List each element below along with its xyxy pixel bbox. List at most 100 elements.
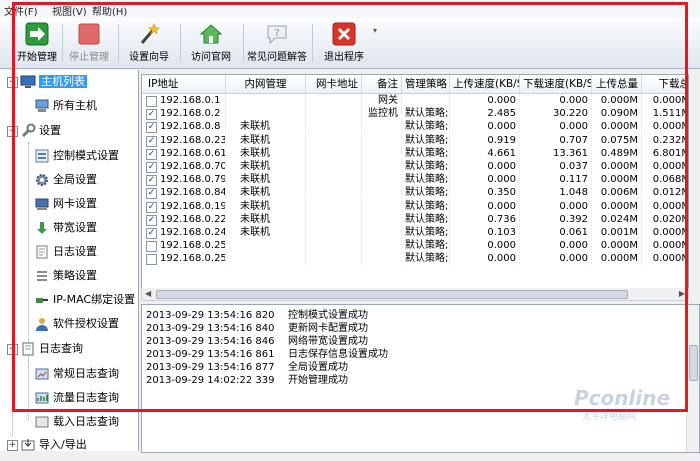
home-icon <box>199 22 223 46</box>
cell-upt: 0.000M <box>592 239 642 253</box>
cell-ip: 192.168.0.70 <box>142 160 226 173</box>
table-row[interactable]: 192.168.0.251 默认策略; 0.000 0.000 0.000M 0.000M <box>142 239 688 253</box>
col-upload-speed[interactable]: 上传速度(KB/S) <box>450 75 520 93</box>
table-row[interactable]: ✓ 192.168.0.190 未联机 默认策略; 0.000 0.000 0.000M 0.… <box>142 199 688 213</box>
log-scroll-thumb[interactable] <box>689 345 698 381</box>
table-row[interactable]: ✓ 192.168.0.79 未联机 默认策略; 0.000 0.117 0.000M 0.0… <box>142 173 688 187</box>
tree-traffic-log[interactable]: 流量日志查询 <box>34 387 119 409</box>
table-row[interactable]: ✓ 192.168.0.249 未联机 默认策略; 0.103 0.061 0.001M 0.… <box>142 226 688 239</box>
col-ip[interactable]: IP地址 <box>142 75 226 93</box>
visit-website-button[interactable]: 访问官网 <box>186 20 236 66</box>
stop-manage-button[interactable]: 停止管理 <box>66 20 112 66</box>
import-expander[interactable]: + <box>7 440 18 451</box>
cell-up: 0.103 <box>450 226 520 239</box>
cell-note <box>362 252 402 266</box>
menu-file[interactable]: 文件(F) <box>4 3 38 18</box>
table-row[interactable]: ✓ 192.168.0.23 未联机 默认策略; 0.919 0.707 0.075M 0.2… <box>142 133 688 147</box>
cell-net <box>226 239 306 253</box>
cell-mac <box>306 173 362 187</box>
log-vertical-scrollbar[interactable] <box>686 305 699 452</box>
tree-ipmac-binding[interactable]: IP-MAC绑定设置 <box>34 289 135 311</box>
table-row[interactable]: ✓ 192.168.0.8 未联机 默认策略; 0.000 0.000 0.000M 0.00… <box>142 120 688 134</box>
table-row[interactable]: ✓ 192.168.0.61 未联机 默认策略; 4.661 13.361 0.489M 6.… <box>142 146 688 160</box>
tree-bandwidth-settings[interactable]: 带宽设置 <box>34 217 97 239</box>
tree-hosts[interactable]: 主机列表 <box>20 71 87 93</box>
cell-downt: 0.000M <box>642 226 688 239</box>
cell-net <box>226 107 306 121</box>
scroll-left-icon[interactable]: ◀ <box>145 289 151 298</box>
faq-button[interactable]: ? 常见问题解答 <box>246 20 308 66</box>
cell-down: 0.392 <box>520 212 592 226</box>
cell-note <box>362 120 402 134</box>
tree-license-settings[interactable]: 软件授权设置 <box>34 313 119 335</box>
cell-downt: 0.232M <box>642 134 688 147</box>
cell-down: 0.000 <box>520 252 592 266</box>
table-row[interactable]: 192.168.0.1 网关 0.000 0.000 0.000M 0.000M <box>142 94 688 107</box>
logquery-expander[interactable]: − <box>7 344 18 355</box>
cell-downt: 0.000M <box>642 94 688 107</box>
cell-upt: 0.000M <box>592 252 642 266</box>
scroll-thumb[interactable] <box>156 290 628 299</box>
table-row[interactable]: ✓ 192.168.0.70 未联机 默认策略; 0.000 0.037 0.000M 0.0… <box>142 160 688 173</box>
exit-program-button[interactable]: 退出程序 <box>318 20 370 66</box>
cell-policy: 默认策略; <box>402 146 450 160</box>
tree-normal-log[interactable]: 常规日志查询 <box>34 363 119 385</box>
col-download-total[interactable]: 下载总 <box>642 75 689 93</box>
log-entry: 2013-09-29 13:54:16 877 全局设置成功 <box>146 361 348 374</box>
host-list-icon <box>20 74 36 90</box>
cell-downt: 0.000M <box>642 200 688 213</box>
cell-up: 0.000 <box>450 199 520 213</box>
cell-mac <box>306 146 362 160</box>
menu-help[interactable]: 帮助(H) <box>92 3 127 18</box>
tree-policy-settings[interactable]: 策略设置 <box>34 265 97 287</box>
col-upload-total[interactable]: 上传总量 <box>592 75 642 93</box>
cell-net: 未联机 <box>226 199 306 213</box>
col-intranet[interactable]: 内网管理 <box>226 75 306 93</box>
cell-ip: 192.168.0.249 <box>142 226 226 239</box>
table-horizontal-scrollbar[interactable]: ◀ ▶ <box>141 288 689 301</box>
hosts-expander[interactable]: − <box>7 77 18 88</box>
start-arrow-icon <box>25 22 49 46</box>
table-row[interactable]: ✓ 192.168.0.2 监控机 默认策略; 2.485 30.220 0.090M 1.5… <box>142 107 688 121</box>
cell-mac <box>306 94 362 107</box>
cell-net: 未联机 <box>226 146 306 160</box>
settings-expander[interactable]: − <box>7 126 18 137</box>
tree-settings[interactable]: 设置 <box>20 120 61 142</box>
menu-view[interactable]: 视图(V) <box>52 3 87 18</box>
col-download-speed[interactable]: 下载速度(KB/S) <box>520 75 592 93</box>
cell-down: 0.000 <box>520 239 592 253</box>
cell-up: 2.485 <box>450 107 520 121</box>
cell-net <box>226 252 306 266</box>
host-table: IP地址 内网管理 网卡地址 备注 管理策略 上传速度(KB/S) 下载速度(K… <box>141 74 689 290</box>
tree-import-export[interactable]: 导入/导出 <box>20 434 87 456</box>
col-mac[interactable]: 网卡地址 <box>306 75 362 93</box>
scroll-right-icon[interactable]: ▶ <box>679 289 685 298</box>
tree-nic-settings[interactable]: 网卡设置 <box>34 193 97 215</box>
col-note[interactable]: 备注 <box>362 75 402 93</box>
log-entry: 2013-09-29 13:54:16 820 控制模式设置成功 <box>146 309 368 322</box>
col-policy[interactable]: 管理策略 <box>402 75 450 93</box>
tree-log-settings[interactable]: 日志设置 <box>34 241 97 263</box>
cell-net: 未联机 <box>226 212 306 226</box>
cell-net: 未联机 <box>226 186 306 200</box>
cell-upt: 0.489M <box>592 146 642 160</box>
table-row[interactable]: ✓ 192.168.0.84 未联机 默认策略; 0.350 1.048 0.006M 0.0… <box>142 186 688 200</box>
tree-log-query[interactable]: 日志查询 <box>20 338 83 360</box>
table-row[interactable]: ✓ 192.168.0.222 未联机 默认策略; 0.736 0.392 0.024M 0.… <box>142 212 688 226</box>
tree-global-settings[interactable]: 全局设置 <box>34 169 97 191</box>
cell-mac <box>306 226 362 239</box>
setup-wizard-button[interactable]: 设置向导 <box>124 20 174 66</box>
cell-mac <box>306 186 362 200</box>
cell-mac <box>306 199 362 213</box>
table-header: IP地址 内网管理 网卡地址 备注 管理策略 上传速度(KB/S) 下载速度(K… <box>142 75 688 94</box>
toolbar-overflow-icon[interactable]: ▾ <box>373 26 377 35</box>
tree-access-log[interactable]: 载入日志查询 <box>34 411 119 433</box>
cell-down: 13.361 <box>520 146 592 160</box>
start-manage-button[interactable]: 开始管理 <box>14 20 60 66</box>
tree-all-hosts[interactable]: 所有主机 <box>34 95 97 117</box>
magic-wand-icon <box>137 22 161 46</box>
tree-control-mode[interactable]: 控制模式设置 <box>34 145 119 167</box>
cell-ip: 192.168.0.222 <box>142 212 226 226</box>
cell-upt: 0.000M <box>592 199 642 213</box>
table-row[interactable]: 192.168.0.252 默认策略; 0.000 0.000 0.000M 0.000M <box>142 252 688 266</box>
